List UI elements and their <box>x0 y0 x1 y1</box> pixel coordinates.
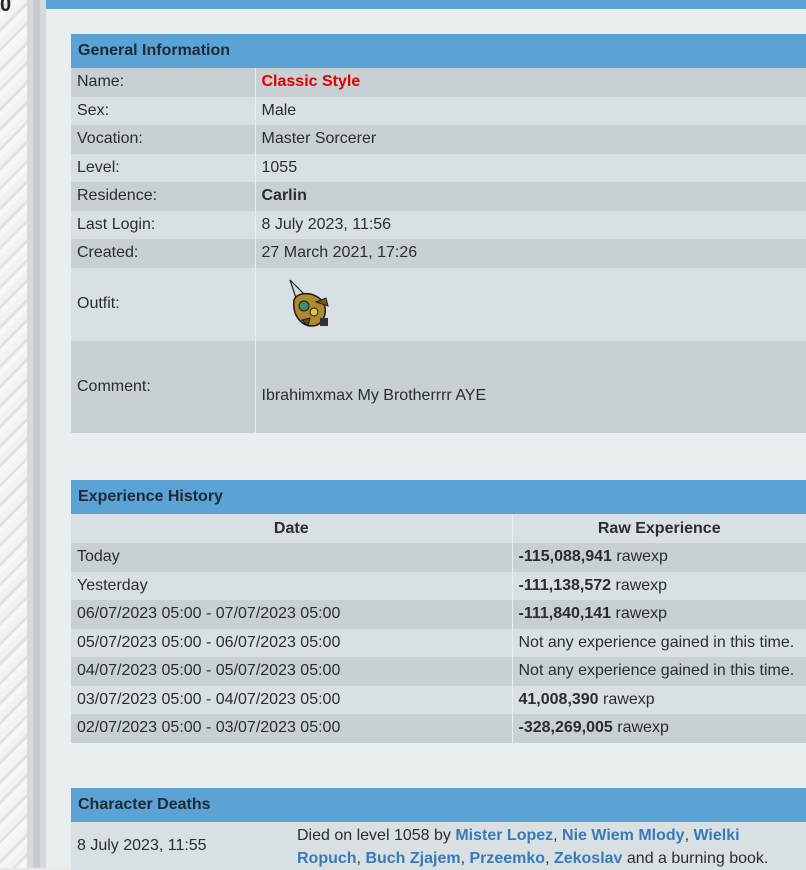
killer-link[interactable]: Przeemko <box>469 850 545 867</box>
character-deaths-section: Character Deaths 8 July 2023, 11:55 Died… <box>71 788 806 870</box>
info-label: Sex: <box>77 101 110 119</box>
killer-link[interactable]: Buch Zjajem <box>365 850 460 867</box>
info-value: Master Sorcerer <box>254 125 806 154</box>
death-description: Died on level 1058 by Mister Lopez, Nie … <box>297 827 769 867</box>
exp-date: 02/07/2023 05:00 - 03/07/2023 05:00 <box>77 719 341 737</box>
exp-value: -111,138,572 <box>518 576 612 594</box>
exp-value: -111,840,141 <box>518 605 612 623</box>
table-row: 05/07/2023 05:00 - 06/07/2023 05:00 Not … <box>71 628 806 657</box>
exp-value: -328,269,005 <box>518 719 613 737</box>
info-label: Residence: <box>77 187 158 205</box>
general-information-section: General Information Name: Classic Style … <box>71 34 806 433</box>
killer-link[interactable]: Nie Wiem Mlody <box>562 827 685 844</box>
exp-date: Today <box>77 548 120 566</box>
comment-text: Ibrahimxmax My Brotherrrr AYE <box>261 386 487 404</box>
top-bar <box>46 0 806 9</box>
exp-value-cell: -328,269,005 rawexp <box>511 714 806 743</box>
comment-cell: Ibrahimxmax My Brotherrrr AYE <box>254 340 806 433</box>
death-prefix: Died on level 1058 by <box>297 827 451 844</box>
info-row-vocation: Vocation: Master Sorcerer <box>71 125 806 154</box>
exp-unit: rawexp <box>615 605 668 623</box>
character-content: General Information Name: Classic Style … <box>46 9 806 870</box>
experience-history-table: Date Raw Experience Today -115,088,941 r… <box>71 514 806 743</box>
info-row-sex: Sex: Male <box>71 96 806 125</box>
info-label: Created: <box>77 244 139 262</box>
exp-value-cell: -111,840,141 rawexp <box>511 600 806 629</box>
info-row-name: Name: Classic Style <box>71 68 806 97</box>
table-row: Today -115,088,941 rawexp <box>71 543 806 572</box>
info-row-last-login: Last Login: 8 July 2023, 11:56 <box>71 210 806 239</box>
exp-date: 06/07/2023 05:00 - 07/07/2023 05:00 <box>77 605 341 623</box>
table-row: Yesterday -111,138,572 rawexp <box>71 571 806 600</box>
exp-date: 05/07/2023 05:00 - 06/07/2023 05:00 <box>77 633 341 651</box>
info-row-outfit: Outfit: <box>71 267 806 341</box>
info-label: Last Login: <box>77 215 156 233</box>
general-information-table: Name: Classic Style Sex: Male Vocation: … <box>71 68 806 433</box>
info-value: 1055 <box>254 153 806 182</box>
exp-unit: rawexp <box>615 576 668 594</box>
exp-value-cell: -115,088,941 rawexp <box>511 543 806 572</box>
experience-header-row: Date Raw Experience <box>71 514 806 543</box>
death-row: 8 July 2023, 11:55 Died on level 1058 by… <box>71 822 806 870</box>
experience-history-header: Experience History <box>71 480 806 514</box>
info-label: Name: <box>77 73 125 91</box>
character-deaths-header: Character Deaths <box>71 788 806 822</box>
exp-note: Not any experience gained in this time. <box>511 657 806 686</box>
info-label: Outfit: <box>77 295 120 312</box>
exp-value: -115,088,941 <box>518 548 612 566</box>
info-label: Level: <box>77 158 120 176</box>
stray-glyph: 0 <box>0 0 12 16</box>
exp-note: Not any experience gained in this time. <box>511 628 806 657</box>
info-label: Vocation: <box>77 130 143 148</box>
exp-unit: rawexp <box>603 690 655 708</box>
table-row: 06/07/2023 05:00 - 07/07/2023 05:00 -111… <box>71 600 806 629</box>
info-row-level: Level: 1055 <box>71 153 806 182</box>
info-label: Comment: <box>77 377 151 395</box>
exp-date: 03/07/2023 05:00 - 04/07/2023 05:00 <box>77 690 341 708</box>
info-value: 8 July 2023, 11:56 <box>254 210 806 239</box>
exp-value-cell: 41,008,390 rawexp <box>511 685 806 714</box>
death-suffix: and a burning book. <box>626 850 769 867</box>
page-gutter-inner <box>33 0 40 868</box>
info-row-comment: Comment: Ibrahimxmax My Brotherrrr AYE <box>71 340 806 433</box>
character-deaths-table: 8 July 2023, 11:55 Died on level 1058 by… <box>71 822 806 870</box>
column-header-date: Date <box>71 514 512 543</box>
exp-value: 41,008,390 <box>518 690 599 708</box>
exp-date: Yesterday <box>77 576 148 594</box>
left-decorative-strip: 0 <box>0 0 27 868</box>
experience-history-section: Experience History Date Raw Experience T… <box>71 480 806 743</box>
info-value: Male <box>254 96 806 125</box>
column-header-raw-experience: Raw Experience <box>511 514 806 543</box>
outfit-sprite-icon <box>288 279 329 327</box>
info-value: 27 March 2021, 17:26 <box>254 239 806 268</box>
character-name: Classic Style <box>254 68 806 97</box>
exp-value-cell: -111,138,572 rawexp <box>511 571 806 600</box>
killer-link[interactable]: Zekoslav <box>554 850 622 867</box>
killer-link[interactable]: Mister Lopez <box>455 827 553 844</box>
table-row: 02/07/2023 05:00 - 03/07/2023 05:00 -328… <box>71 714 806 743</box>
table-row: 04/07/2023 05:00 - 05/07/2023 05:00 Not … <box>71 657 806 686</box>
general-information-header: General Information <box>71 34 806 68</box>
info-value: Carlin <box>254 182 806 211</box>
exp-unit: rawexp <box>616 548 668 566</box>
info-row-created: Created: 27 March 2021, 17:26 <box>71 239 806 268</box>
table-row: 03/07/2023 05:00 - 04/07/2023 05:00 41,0… <box>71 685 806 714</box>
exp-date: 04/07/2023 05:00 - 05/07/2023 05:00 <box>77 662 341 680</box>
death-date: 8 July 2023, 11:55 <box>77 837 207 854</box>
info-row-residence: Residence: Carlin <box>71 182 806 211</box>
exp-unit: rawexp <box>617 719 669 737</box>
outfit-image-cell <box>254 267 806 341</box>
